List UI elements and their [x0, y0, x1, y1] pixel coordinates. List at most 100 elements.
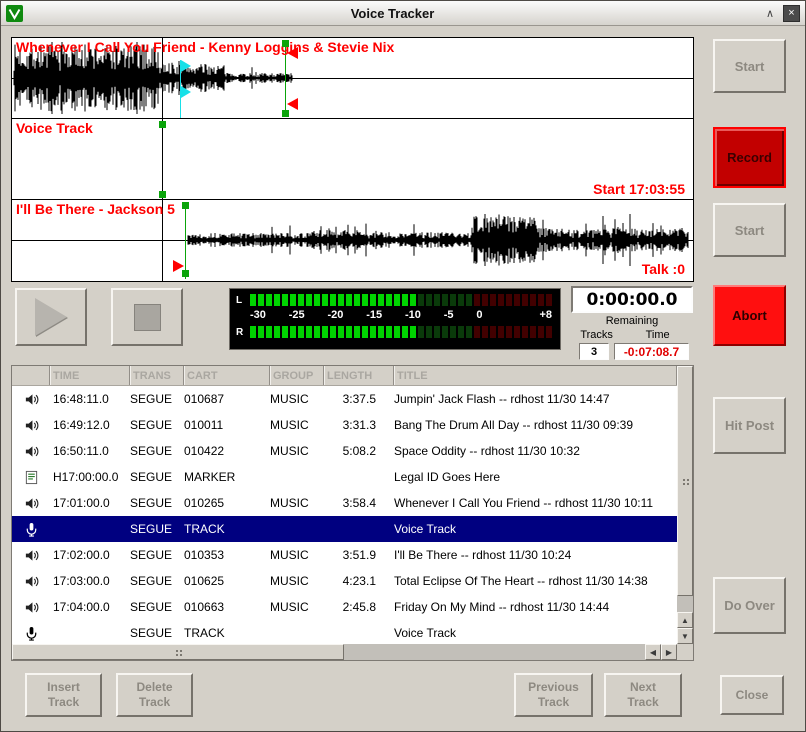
- scroll-right-icon[interactable]: ▶: [661, 644, 677, 660]
- abort-button[interactable]: Abort: [713, 285, 786, 346]
- next-track-button[interactable]: Next Track: [604, 673, 682, 717]
- cell-cart: MARKER: [184, 470, 270, 484]
- cell-time: 17:03:00.0: [50, 574, 130, 588]
- track-2-title: Voice Track: [16, 120, 93, 136]
- header-time: TIME: [50, 366, 130, 385]
- meter-tick-label: -5: [444, 309, 454, 321]
- timeline-origin-line: [162, 38, 163, 281]
- stop-button[interactable]: [111, 288, 183, 346]
- cell-cart: 010011: [184, 418, 270, 432]
- close-window-icon[interactable]: ×: [783, 5, 800, 22]
- meter-right-label: R: [236, 327, 250, 338]
- horizontal-scroll-track[interactable]: [12, 644, 645, 660]
- speaker-icon: [12, 548, 50, 563]
- vertical-scrollbar[interactable]: ▲ ▼: [677, 366, 693, 660]
- horizontal-scrollbar[interactable]: ◀ ▶: [12, 644, 677, 660]
- header-icon-column: [12, 366, 50, 385]
- voice-start-handle[interactable]: [159, 191, 166, 198]
- fade-marker-handle[interactable]: [181, 86, 191, 98]
- insert-track-button[interactable]: Insert Track: [25, 673, 102, 717]
- start-marker-handle[interactable]: [182, 202, 189, 209]
- scroll-corner: [677, 644, 693, 660]
- mic-icon: [12, 522, 50, 537]
- cell-length: 4:23.1: [324, 574, 394, 588]
- cell-title: Voice Track: [394, 522, 677, 536]
- fade-marker-handle[interactable]: [181, 60, 191, 72]
- marker-icon: [12, 470, 50, 485]
- track-2-waveform[interactable]: Voice Track Start 17:03:55: [12, 119, 693, 200]
- segue-end-marker[interactable]: [287, 47, 298, 59]
- log-row[interactable]: SEGUETRACKVoice Track: [12, 620, 677, 644]
- log-row[interactable]: 17:03:00.0SEGUE010625MUSIC4:23.1Total Ec…: [12, 568, 677, 594]
- track-1-title: Whenever I Call You Friend - Kenny Loggi…: [16, 39, 394, 55]
- log-row-selected[interactable]: SEGUETRACKVoice Track: [12, 516, 677, 542]
- meter-tick-label: -20: [328, 309, 344, 321]
- meter-scale: -30-25-20-15-10-50 +8: [250, 307, 556, 325]
- stop-icon: [134, 304, 161, 331]
- play-icon: [35, 298, 67, 336]
- cell-length: 3:37.5: [324, 392, 394, 406]
- cell-title: Jumpin' Jack Flash -- rdhost 11/30 14:47: [394, 392, 677, 406]
- scroll-down-icon[interactable]: ▼: [677, 628, 693, 644]
- speaker-icon: [12, 418, 50, 433]
- thumb-grip: [683, 479, 685, 481]
- log-row[interactable]: 17:01:00.0SEGUE010265MUSIC3:58.4Whenever…: [12, 490, 677, 516]
- meter-left-label: L: [236, 295, 250, 306]
- horizontal-scroll-thumb[interactable]: [12, 644, 344, 660]
- scroll-left-icon[interactable]: ◀: [645, 644, 661, 660]
- cell-group: MUSIC: [270, 548, 324, 562]
- track-1-waveform[interactable]: Whenever I Call You Friend - Kenny Loggi…: [12, 38, 693, 119]
- remaining-panel: Remaining Tracks Time 3 -0:07:08.7: [571, 315, 693, 360]
- start-1-button[interactable]: Start: [713, 39, 786, 93]
- log-row[interactable]: 17:02:00.0SEGUE010353MUSIC3:51.9I'll Be …: [12, 542, 677, 568]
- titlebar[interactable]: Voice Tracker ∧ ×: [1, 1, 805, 26]
- track-editor[interactable]: Whenever I Call You Friend - Kenny Loggi…: [11, 37, 694, 282]
- speaker-icon: [12, 574, 50, 589]
- cell-title: Space Oddity -- rdhost 11/30 10:32: [394, 444, 677, 458]
- segue-marker-handle[interactable]: [282, 110, 289, 117]
- app-icon: [6, 5, 23, 22]
- log-row[interactable]: H17:00:00.0SEGUEMARKERLegal ID Goes Here: [12, 464, 677, 490]
- cell-time: 17:04:00.0: [50, 600, 130, 614]
- start-2-button[interactable]: Start: [713, 203, 786, 257]
- log-header: TIME TRANS CART GROUP LENGTH TITLE: [12, 366, 677, 386]
- scroll-up-icon[interactable]: ▲: [677, 612, 693, 628]
- close-button[interactable]: Close: [720, 675, 784, 715]
- header-length: LENGTH: [324, 366, 394, 385]
- voice-start-handle[interactable]: [159, 121, 166, 128]
- remaining-time-label: Time: [622, 329, 693, 341]
- segue-end-marker[interactable]: [287, 98, 298, 110]
- track-3-waveform[interactable]: I'll Be There - Jackson 5 Talk :0: [12, 200, 693, 281]
- vertical-scroll-thumb[interactable]: [677, 366, 693, 596]
- cell-group: MUSIC: [270, 392, 324, 406]
- elapsed-time-display: 0:00:00.0: [571, 286, 693, 313]
- play-button[interactable]: [15, 288, 87, 346]
- cell-time: H17:00:00.0: [50, 470, 130, 484]
- meter-tick-label: -10: [405, 309, 421, 321]
- do-over-button[interactable]: Do Over: [713, 577, 786, 634]
- cell-length: 3:58.4: [324, 496, 394, 510]
- previous-track-button[interactable]: Previous Track: [514, 673, 593, 717]
- talk-marker[interactable]: [173, 260, 184, 272]
- start-marker-line[interactable]: [185, 202, 186, 279]
- cell-trans: SEGUE: [130, 548, 184, 562]
- segue-marker-handle[interactable]: [282, 40, 289, 47]
- talk-time-label: Talk :0: [642, 261, 685, 277]
- log-row[interactable]: 17:04:00.0SEGUE010663MUSIC2:45.8Friday O…: [12, 594, 677, 620]
- log-row[interactable]: 16:48:11.0SEGUE010687MUSIC3:37.5Jumpin' …: [12, 386, 677, 412]
- cell-length: 3:31.3: [324, 418, 394, 432]
- thumb-grip: [176, 650, 178, 652]
- cell-time: 16:50:11.0: [50, 444, 130, 458]
- shade-window-icon[interactable]: ∧: [762, 5, 778, 21]
- cell-cart: 010422: [184, 444, 270, 458]
- cell-group: MUSIC: [270, 496, 324, 510]
- cell-cart: 010353: [184, 548, 270, 562]
- record-button[interactable]: Record: [713, 127, 786, 188]
- speaker-icon: [12, 392, 50, 407]
- log-row[interactable]: 16:50:11.0SEGUE010422MUSIC5:08.2Space Od…: [12, 438, 677, 464]
- vertical-scroll-track[interactable]: [677, 366, 693, 612]
- hit-post-button[interactable]: Hit Post: [713, 397, 786, 454]
- log-row[interactable]: 16:49:12.0SEGUE010011MUSIC3:31.3Bang The…: [12, 412, 677, 438]
- delete-track-button[interactable]: Delete Track: [116, 673, 193, 717]
- mic-icon: [12, 626, 50, 641]
